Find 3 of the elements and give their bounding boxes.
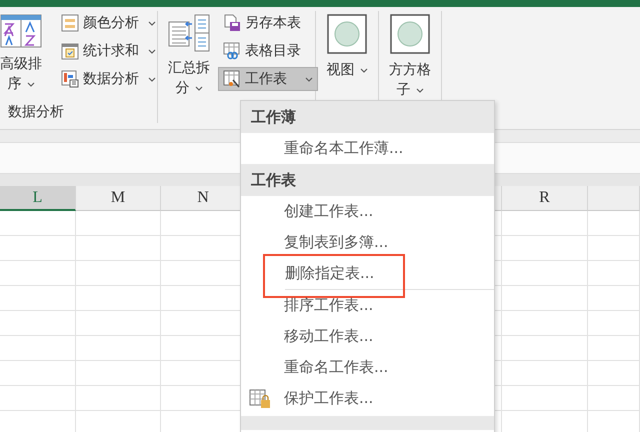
menu-section-header: 工作薄 — [241, 101, 494, 133]
group-label: 数据分析 — [7, 103, 65, 122]
menu-section-header: 工作表 — [241, 164, 494, 196]
